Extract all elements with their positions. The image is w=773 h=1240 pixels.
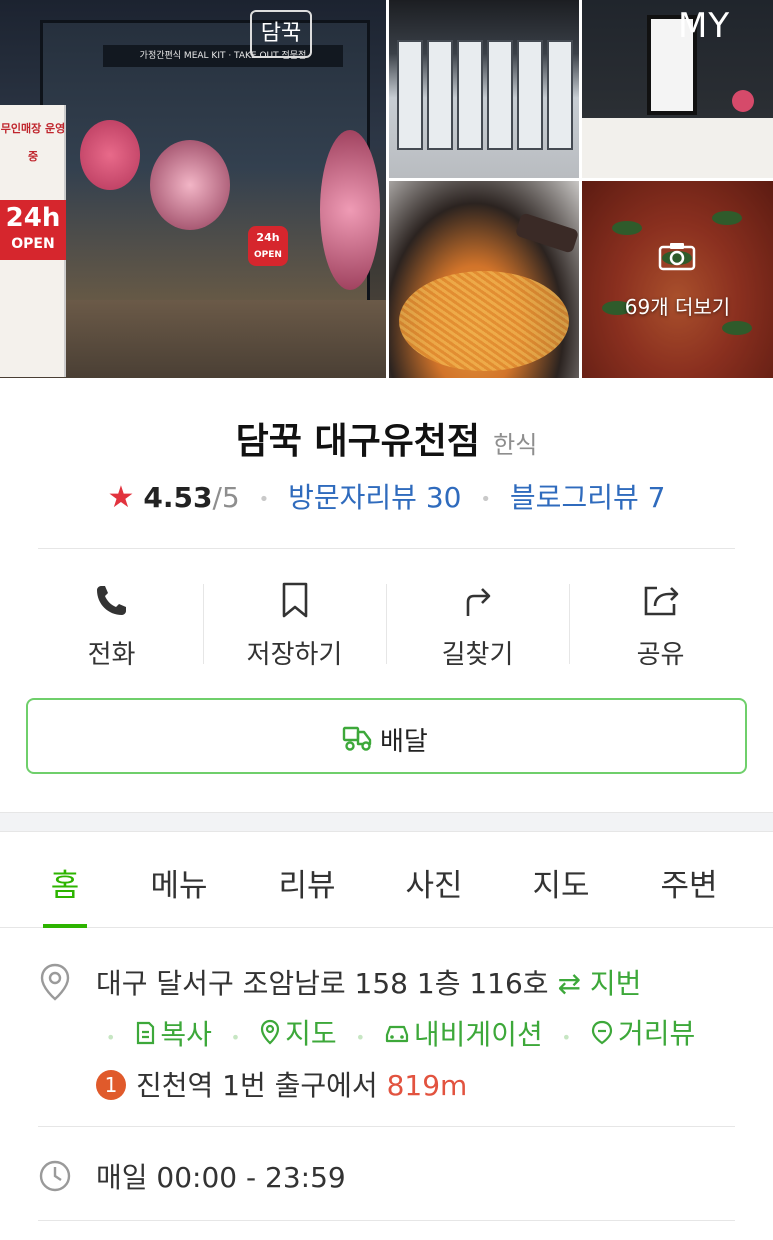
tab-nearby[interactable]: 주변	[634, 860, 744, 905]
call-button[interactable]: 전화	[20, 570, 203, 670]
tab-review[interactable]: 리뷰	[252, 860, 362, 905]
visitor-reviews-link[interactable]: 방문자리뷰 30	[288, 481, 461, 514]
map-pin-icon	[261, 1019, 280, 1045]
sticker-open-text: OPEN	[254, 250, 282, 260]
place-title-row: 담꾹 대구유천점 한식	[0, 412, 773, 464]
place-name: 담꾹 대구유천점	[235, 421, 481, 462]
banner-24h-text: 24h	[5, 203, 61, 233]
camera-icon	[658, 243, 696, 271]
tab-photos[interactable]: 사진	[379, 860, 489, 905]
action-bar: 전화 저장하기 길찾기 공유	[20, 570, 753, 670]
directions-icon	[466, 588, 491, 616]
navigation-label: 내비게이션	[413, 1018, 543, 1051]
nearest-station: 1 진천역 1번 출구에서 819m	[96, 1064, 467, 1104]
fridge-door	[547, 40, 573, 150]
tab-map[interactable]: 지도	[506, 860, 616, 905]
address-row: 대구 달서구 조암남로 158 1층 116호 ⇄ 지번	[96, 962, 641, 1002]
star-icon: ★	[107, 480, 135, 515]
ramen-noodles	[399, 271, 569, 371]
place-category: 한식	[493, 431, 538, 459]
street-view-label: 거리뷰	[617, 1017, 696, 1050]
fridge-photo[interactable]	[389, 0, 579, 178]
share-label: 공유	[636, 640, 685, 670]
section-separator	[0, 812, 773, 832]
separator-dot: •	[230, 1027, 241, 1047]
car-icon	[385, 1025, 409, 1043]
fridge-door	[397, 40, 423, 150]
bookmark-icon	[282, 582, 308, 618]
door-sticker: 24h OPEN	[248, 226, 288, 266]
rating-row: ★ 4.53/5 • 방문자리뷰 30 • 블로그리뷰 7	[0, 476, 773, 516]
location-pin-icon	[40, 963, 70, 1001]
active-tab-indicator	[43, 924, 87, 928]
fridge-door	[517, 40, 543, 150]
station-distance: 819m	[386, 1069, 468, 1102]
map-link[interactable]: 지도	[259, 1012, 337, 1052]
flower-wreath	[80, 120, 140, 190]
address-text: 대구 달서구 조암남로 158 1층 116호	[96, 967, 549, 1000]
flower-wreath	[320, 130, 380, 290]
separator-dot: •	[258, 488, 270, 510]
tab-menu[interactable]: 메뉴	[124, 860, 234, 905]
divider	[38, 1126, 735, 1127]
delivery-button[interactable]: 배달	[26, 698, 747, 774]
more-photos-label: 69개 더보기	[624, 295, 731, 319]
pan-handle	[514, 212, 579, 254]
divider	[38, 548, 735, 549]
address-actions: • 복사 • 지도 • 내비게이션 • 거리뷰	[96, 1012, 695, 1053]
tab-home[interactable]: 홈	[10, 860, 120, 905]
save-label: 저장하기	[246, 640, 343, 670]
subway-line-badge: 1	[96, 1070, 126, 1100]
fridge-door	[457, 40, 483, 150]
lot-number-label: 지번	[589, 967, 642, 1000]
divider	[38, 1220, 735, 1221]
flower-wreath	[150, 140, 230, 230]
separator-dot: •	[355, 1027, 365, 1047]
banner-24h: 24h OPEN	[0, 200, 66, 260]
swap-icon: ⇄	[557, 967, 581, 1000]
separator-dot: •	[480, 488, 492, 510]
separator-dot: •	[106, 1027, 116, 1047]
blog-reviews-link[interactable]: 블로그리뷰 7	[510, 481, 666, 514]
fridge-door	[427, 40, 453, 150]
share-button[interactable]: 공유	[569, 570, 752, 670]
promo-banner: 무인매장 운영중 24h OPEN	[0, 105, 66, 377]
delivery-label: 배달	[380, 727, 428, 757]
station-text: 진천역 1번 출구에서	[136, 1069, 378, 1102]
photo-gallery[interactable]: 가정간편식 MEAL KIT · TAKE OUT 전문점 담꾹 무인매장 운영…	[0, 0, 773, 378]
rating-value: 4.53	[143, 481, 213, 514]
call-label: 전화	[87, 640, 136, 670]
map-label: 지도	[285, 1017, 337, 1050]
phone-icon	[97, 586, 126, 615]
storefront-photo[interactable]: 가정간편식 MEAL KIT · TAKE OUT 전문점 담꾹 무인매장 운영…	[0, 0, 386, 378]
save-button[interactable]: 저장하기	[203, 570, 386, 670]
banner-text: 무인매장 운영중	[0, 122, 66, 163]
fridge-door	[487, 40, 513, 150]
rating-max: /5	[212, 481, 240, 514]
tab-bar: 홈 메뉴 리뷰 사진 지도 주변	[0, 832, 773, 928]
separator-dot: •	[561, 1027, 572, 1047]
copy-address-button[interactable]: 복사	[134, 1013, 212, 1053]
copy-icon	[137, 1021, 155, 1045]
storefront-logo: 담꾹	[250, 10, 312, 58]
delivery-scooter-icon	[342, 726, 372, 751]
directions-label: 길찾기	[441, 640, 514, 670]
sticker-24h-text: 24h	[256, 231, 280, 244]
copy-label: 복사	[160, 1018, 212, 1051]
share-icon	[644, 586, 679, 616]
ramen-photo[interactable]	[389, 181, 579, 378]
my-button[interactable]: MY	[678, 6, 730, 46]
navigation-link[interactable]: 내비게이션	[384, 1013, 543, 1053]
banner-open-text: OPEN	[11, 236, 55, 252]
more-photos-button[interactable]: 69개 더보기	[582, 181, 773, 378]
clock-icon	[39, 1160, 71, 1192]
flower-vase	[732, 90, 754, 112]
business-hours[interactable]: 매일 00:00 - 23:59	[96, 1156, 346, 1196]
directions-button[interactable]: 길찾기	[386, 570, 569, 670]
kiosk-desk	[582, 118, 773, 178]
street-view-icon	[591, 1020, 613, 1045]
street-view-link[interactable]: 거리뷰	[590, 1012, 695, 1052]
lot-number-toggle[interactable]: ⇄ 지번	[557, 967, 641, 1000]
